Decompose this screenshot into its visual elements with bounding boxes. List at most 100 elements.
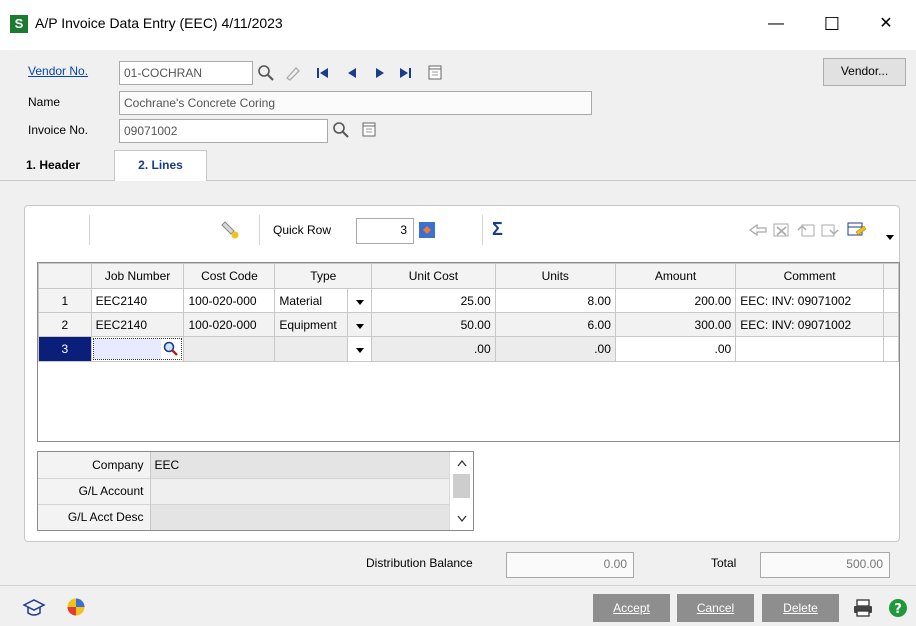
- job-number-cell[interactable]: EEC2140: [90, 288, 185, 313]
- memo-icon[interactable]: [284, 64, 302, 82]
- row-number[interactable]: 1: [38, 288, 92, 313]
- previous-record-icon[interactable]: [344, 65, 360, 81]
- comment-header[interactable]: Comment: [735, 263, 884, 289]
- type-header[interactable]: Type: [274, 263, 373, 289]
- window-title: A/P Invoice Data Entry (EEC) 4/11/2023: [35, 15, 283, 31]
- units-cell[interactable]: 6.00: [494, 312, 616, 337]
- units-cell[interactable]: .00: [494, 336, 616, 362]
- close-button[interactable]: ✕: [866, 10, 906, 38]
- scrollbar-graphic[interactable]: [450, 452, 474, 530]
- distribution-balance-field: 0.00: [506, 552, 634, 578]
- scroll-up-icon: [457, 459, 467, 467]
- lines-grid: Job Number Cost Code Type Unit Cost Unit…: [37, 262, 900, 442]
- table-row[interactable]: 3 .00 .00 .00: [38, 336, 899, 362]
- name-label: Name: [28, 95, 61, 109]
- amount-cell[interactable]: 300.00: [614, 312, 737, 337]
- svg-text:?: ?: [894, 602, 902, 617]
- delete-button-label: Delete: [783, 601, 818, 615]
- vendor-button-label: Vendor...: [840, 64, 889, 78]
- row-filler: [882, 288, 899, 313]
- row-number[interactable]: 2: [38, 312, 92, 337]
- accept-button[interactable]: Accept: [593, 594, 670, 622]
- type-cell[interactable]: [274, 336, 349, 362]
- cancel-button-label: Cancel: [696, 601, 735, 615]
- globe-icon[interactable]: [66, 597, 86, 617]
- type-cell[interactable]: Material: [274, 288, 349, 313]
- delete-row-icon[interactable]: [772, 221, 792, 239]
- move-down-icon[interactable]: [820, 221, 840, 239]
- toolbar-separator: [259, 215, 260, 245]
- graduation-cap-icon[interactable]: [22, 598, 46, 618]
- name-field[interactable]: Cochrane's Concrete Coring: [119, 91, 592, 115]
- quick-row-go-icon[interactable]: [418, 221, 436, 239]
- header-filler: [882, 263, 899, 289]
- cost-code-header[interactable]: Cost Code: [183, 263, 276, 289]
- tab-lines[interactable]: 2. Lines: [114, 150, 207, 181]
- type-dropdown-icon[interactable]: [347, 288, 373, 313]
- comment-cell[interactable]: EEC: INV: 09071002: [735, 288, 884, 313]
- sum-icon[interactable]: Σ: [492, 219, 503, 240]
- invoice-calendar-icon[interactable]: [361, 121, 377, 138]
- table-row[interactable]: 2 EEC2140 100-020-000 Equipment 50.00 6.…: [38, 312, 899, 337]
- scroll-thumb: [453, 474, 470, 498]
- move-up-icon[interactable]: [796, 221, 816, 239]
- toolbar-separator: [482, 215, 483, 245]
- toolbar-dropdown-icon[interactable]: [886, 229, 894, 243]
- calendar-icon[interactable]: [427, 64, 443, 81]
- sage-app-icon: S: [10, 15, 28, 33]
- unit-cost-header[interactable]: Unit Cost: [371, 263, 496, 289]
- units-header[interactable]: Units: [494, 263, 616, 289]
- job-number-input-cell[interactable]: [90, 336, 185, 362]
- type-cell[interactable]: Equipment: [274, 312, 349, 337]
- invoice-no-input[interactable]: 09071002: [119, 119, 328, 143]
- cost-code-cell[interactable]: 100-020-000: [183, 288, 276, 313]
- amount-cell[interactable]: 200.00: [614, 288, 737, 313]
- delete-button[interactable]: Delete: [762, 594, 839, 622]
- table-row[interactable]: 1 EEC2140 100-020-000 Material 25.00 8.0…: [38, 288, 899, 313]
- gl-acct-desc-value: [150, 504, 450, 530]
- maximize-button[interactable]: ☐: [812, 10, 852, 38]
- row-number-selected[interactable]: 3: [38, 336, 92, 362]
- amount-header[interactable]: Amount: [614, 263, 737, 289]
- total-field: 500.00: [760, 552, 890, 578]
- unit-cost-cell[interactable]: .00: [371, 336, 496, 362]
- last-record-icon[interactable]: [397, 65, 413, 81]
- vendor-no-link[interactable]: Vendor No.: [28, 64, 88, 78]
- unit-cost-cell[interactable]: 50.00: [371, 312, 496, 337]
- tab-header[interactable]: 1. Header: [26, 153, 80, 177]
- lines-table: Job Number Cost Code Type Unit Cost Unit…: [38, 263, 899, 362]
- type-dropdown-icon[interactable]: [347, 336, 373, 362]
- type-dropdown-icon[interactable]: [347, 312, 373, 337]
- vendor-lookup-icon[interactable]: [257, 64, 275, 82]
- details-scrollbar[interactable]: [449, 452, 473, 530]
- job-lookup-icon[interactable]: [161, 339, 181, 359]
- memo-pencil-icon[interactable]: [219, 220, 241, 240]
- first-record-icon[interactable]: [315, 65, 331, 81]
- job-number-input[interactable]: [93, 339, 162, 359]
- grid-header-row: Job Number Cost Code Type Unit Cost Unit…: [38, 263, 899, 289]
- insert-row-icon[interactable]: [748, 222, 768, 238]
- cancel-button[interactable]: Cancel: [677, 594, 754, 622]
- units-cell[interactable]: 8.00: [494, 288, 616, 313]
- comment-cell[interactable]: EEC: INV: 09071002: [735, 312, 884, 337]
- comment-cell[interactable]: [735, 336, 884, 362]
- gl-acct-desc-label: G/L Acct Desc: [38, 504, 151, 530]
- cost-code-cell[interactable]: [183, 336, 276, 362]
- printer-icon[interactable]: [852, 598, 874, 618]
- minimize-button[interactable]: —: [756, 10, 796, 38]
- job-number-header[interactable]: Job Number: [90, 263, 185, 289]
- vendor-no-input[interactable]: 01-COCHRAN: [119, 61, 253, 85]
- invoice-lookup-icon[interactable]: [332, 121, 350, 139]
- distribution-balance-label: Distribution Balance: [366, 556, 473, 570]
- amount-cell[interactable]: .00: [614, 336, 737, 362]
- cost-code-cell[interactable]: 100-020-000: [183, 312, 276, 337]
- unit-cost-cell[interactable]: 25.00: [371, 288, 496, 313]
- help-icon[interactable]: ?: [888, 598, 908, 618]
- next-record-icon[interactable]: [372, 65, 388, 81]
- customize-grid-icon[interactable]: [846, 220, 868, 240]
- vendor-button[interactable]: Vendor...: [823, 58, 906, 86]
- job-number-cell[interactable]: EEC2140: [90, 312, 185, 337]
- quick-row-input[interactable]: 3: [356, 218, 414, 244]
- company-value: EEC: [150, 452, 450, 479]
- accept-button-label: Accept: [613, 601, 650, 615]
